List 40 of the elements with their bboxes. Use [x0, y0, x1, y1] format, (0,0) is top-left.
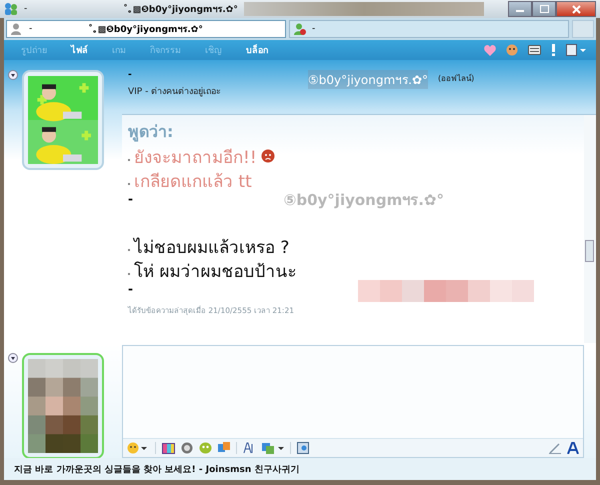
window-title: - [24, 4, 28, 14]
keyboard-icon[interactable] [528, 45, 541, 55]
contact-status: (ออฟไลน์) [438, 72, 474, 85]
close-button[interactable] [556, 1, 596, 17]
contact-icon [294, 23, 306, 35]
font-style-icon[interactable] [567, 442, 579, 454]
contact-display-name: ⑤b0y°jiyongmฯร.✿° [308, 70, 428, 89]
close-icon [572, 4, 580, 14]
menu-item[interactable]: ไฟล์ [64, 43, 95, 57]
options-icon[interactable] [566, 44, 586, 56]
conversation-tab[interactable]: - [289, 20, 569, 38]
alert-icon[interactable] [551, 44, 556, 56]
message-text: ยังจะมาถามอีก!! [134, 146, 257, 170]
menu-item[interactable]: บล็อก [239, 43, 275, 57]
speaker-icon[interactable] [181, 442, 193, 454]
sender-name: ⑤b0y°jiyongmฯร.✿° [284, 190, 444, 211]
message-end-mark: - [128, 192, 133, 208]
personal-message: VIP - ต่างคนต่างอยู่เถอะ [128, 86, 222, 98]
background-icon[interactable] [162, 442, 175, 454]
message-text: ไม่ชอบผมแล้วเหรอ ? [134, 236, 290, 260]
sender-name: พูดว่า: [128, 121, 174, 144]
images-icon[interactable] [262, 442, 284, 454]
minimize-button[interactable] [508, 1, 532, 17]
contact-icon [11, 23, 23, 35]
message-end-mark: - [128, 282, 133, 298]
collapse-icon[interactable] [8, 70, 18, 80]
message-text: โห่ ผมว่าผมชอบป้านะ [134, 260, 296, 284]
collapse-icon[interactable] [8, 353, 18, 363]
contact-name: - [128, 70, 133, 80]
scrollbar[interactable] [584, 115, 596, 343]
message-text: เกลียดแกแล้ว tt [134, 170, 252, 194]
handwriting-icon[interactable] [549, 442, 561, 454]
messenger-icon [4, 2, 18, 16]
contact-card-icon[interactable] [297, 442, 309, 454]
smiley-icon[interactable] [127, 442, 149, 454]
maximize-icon [540, 5, 548, 13]
conversation-tab[interactable]: - ˚｡▩❺b0y°jiyongmฯร.✿° [6, 20, 286, 38]
maximize-button[interactable] [532, 1, 556, 17]
advertisement-text[interactable]: 지금 바로 가까운곳의 싱글들을 찾아 보세요! - Joinsmsn 친구사귀기 [4, 458, 596, 480]
window-title: ˚｡▩❺b0y°jiyongmฯร.✿° [123, 3, 238, 16]
